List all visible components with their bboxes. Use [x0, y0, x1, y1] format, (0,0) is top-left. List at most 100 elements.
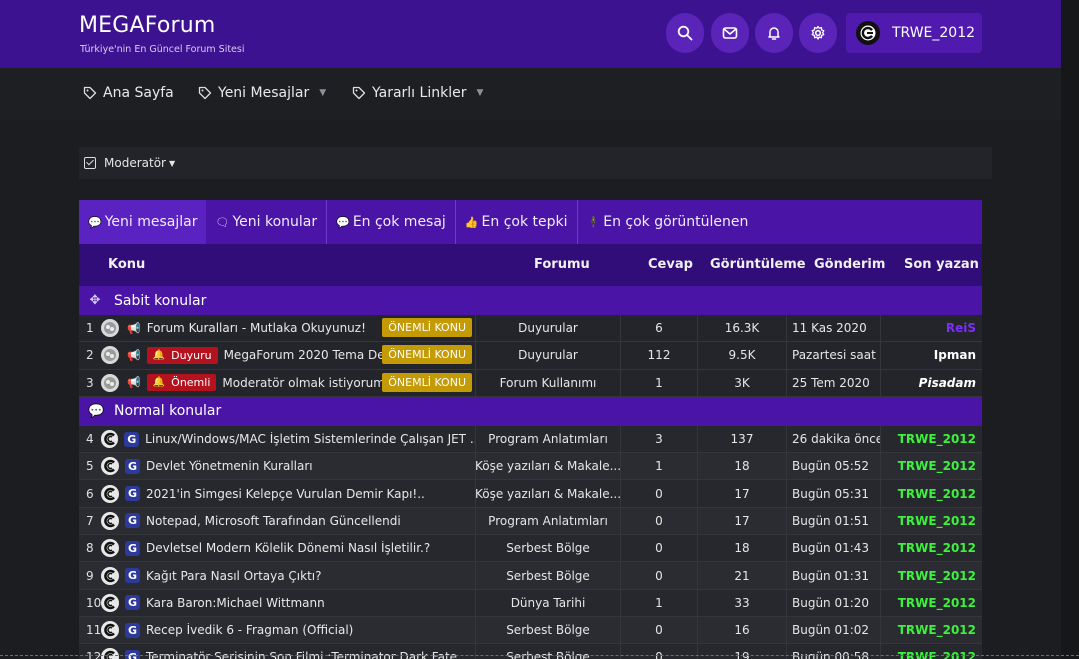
- forum-link[interactable]: Program Anlatımları: [476, 507, 621, 535]
- table-row[interactable]: 5 G Devlet Yönetmenin Kuralları Köşe yazıla…: [79, 453, 982, 481]
- avatar[interactable]: [101, 457, 119, 476]
- nav-item-label: Yeni Mesajlar: [218, 85, 310, 101]
- avatar[interactable]: [100, 430, 119, 449]
- google-icon: G: [124, 431, 140, 447]
- last-poster-link[interactable]: TRWE_2012: [881, 480, 982, 506]
- forum-link[interactable]: Serbest Bölge: [476, 562, 621, 589]
- forum-link[interactable]: Forum Kullanımı: [476, 369, 621, 396]
- chevron-down-icon[interactable]: ▼: [476, 88, 483, 98]
- last-poster-link[interactable]: Pisadam: [881, 370, 982, 396]
- post-date: Pazartesi saat ...: [787, 342, 881, 369]
- topic-link[interactable]: 2021'in Simgesi Kelepçe Vurulan Demir Ka…: [146, 487, 425, 501]
- forum-link[interactable]: Dünya Tarihi: [476, 589, 621, 616]
- inbox-button[interactable]: [711, 13, 749, 53]
- search-button[interactable]: [666, 13, 704, 53]
- last-poster-link[interactable]: TRWE_2012: [881, 617, 982, 643]
- forum-link[interactable]: Serbest Bölge: [476, 644, 621, 659]
- google-icon: G: [125, 458, 140, 474]
- forum-link[interactable]: Program Anlatımları: [476, 425, 621, 453]
- last-poster-link[interactable]: TRWE_2012: [881, 508, 982, 534]
- last-poster-link[interactable]: TRWE_2012: [881, 562, 982, 588]
- topic-link[interactable]: Devletsel Modern Kölelik Dönemi Nasıl İş…: [146, 541, 430, 555]
- last-poster-link[interactable]: ReiS: [881, 315, 982, 341]
- settings-button[interactable]: [799, 13, 837, 53]
- table-row[interactable]: 6 G 2021'in Simgesi Kelepçe Vurulan Demir …: [79, 480, 982, 508]
- alerts-button[interactable]: [755, 13, 793, 53]
- table-row[interactable]: 11 G Recep İvedik 6 - Fragman (Official) Se…: [79, 616, 982, 645]
- forum-link[interactable]: Serbest Bölge: [476, 616, 621, 644]
- table-row[interactable]: 3 📢 🔔 Önemli Moderatör olmak istiyorum ÖNEMLİ…: [79, 369, 982, 397]
- table-row[interactable]: 2 📢 🔔 Duyuru MegaForum 2020 Tema Değişikliği…: [79, 342, 982, 370]
- table-row[interactable]: 7 G Notepad, Microsoft Tarafından Güncelle…: [79, 507, 982, 536]
- table-row[interactable]: 1 📢 Forum Kuralları - Mutlaka Okuyunuz! ÖNE…: [79, 315, 982, 343]
- checkbox-icon[interactable]: [84, 157, 96, 169]
- topic-link[interactable]: Linux/Windows/MAC İşletim Sistemlerinde …: [145, 432, 475, 446]
- forum-link[interactable]: Duyurular: [476, 342, 621, 369]
- prefix-label[interactable]: 🔔 Duyuru: [146, 346, 218, 364]
- post-date: Bugün 05:52: [787, 453, 881, 480]
- tab-bar: 💬 Yeni mesajlar 🗨 Yeni konular 💬 En çok mes…: [79, 200, 982, 244]
- last-poster-link[interactable]: Ipman: [881, 342, 982, 368]
- col-date[interactable]: Gönderim: [814, 257, 885, 272]
- tab-most-reactions[interactable]: 👍 En çok tepki: [456, 200, 577, 244]
- forum-link[interactable]: Köşe yazıları & Makale...: [476, 453, 621, 480]
- nav-item-useful-links[interactable]: Yararlı Linkler ▼: [352, 85, 483, 101]
- avatar[interactable]: [101, 319, 119, 338]
- avatar[interactable]: [101, 648, 119, 659]
- avatar[interactable]: [101, 484, 119, 503]
- table-row[interactable]: 4 G Linux/Windows/MAC İşletim Sistemlerind…: [79, 425, 982, 454]
- col-replies[interactable]: Cevap: [648, 257, 693, 272]
- nav-item-home[interactable]: Ana Sayfa: [83, 85, 174, 101]
- topic-link[interactable]: Devlet Yönetmenin Kuralları: [146, 459, 313, 473]
- forum-link[interactable]: Köşe yazıları & Makale...: [476, 480, 621, 507]
- scrollbar-track[interactable]: [1061, 0, 1079, 659]
- caret-down-icon[interactable]: ▼: [169, 159, 175, 168]
- person-icon: 🕴: [586, 215, 601, 229]
- avatar[interactable]: [101, 373, 119, 392]
- forum-link[interactable]: Duyurular: [476, 315, 621, 342]
- avatar[interactable]: [101, 511, 119, 530]
- avatar[interactable]: [101, 539, 119, 558]
- avatar[interactable]: [101, 346, 119, 365]
- col-topic[interactable]: Konu: [108, 257, 145, 272]
- chevron-down-icon[interactable]: ▼: [319, 88, 326, 98]
- last-poster-link[interactable]: TRWE_2012: [881, 644, 982, 659]
- topic-link[interactable]: Kağıt Para Nasıl Ortaya Çıktı?: [146, 569, 321, 583]
- table-row[interactable]: 8 G Devletsel Modern Kölelik Dönemi Nasıl …: [79, 535, 982, 563]
- last-poster-link[interactable]: TRWE_2012: [881, 535, 982, 561]
- tab-most-viewed[interactable]: 🕴 En çok görüntülenen: [578, 200, 758, 244]
- topic-link[interactable]: Recep İvedik 6 - Fragman (Official): [146, 623, 353, 637]
- nav-item-new-messages[interactable]: Yeni Mesajlar ▼: [198, 85, 326, 101]
- topic-link[interactable]: Moderatör olmak istiyorum: [222, 376, 385, 390]
- table-row[interactable]: 10 G Kara Baron:Michael Wittmann Dünya Tari…: [79, 589, 982, 617]
- avatar[interactable]: [101, 593, 119, 612]
- last-poster-link[interactable]: TRWE_2012: [881, 426, 982, 452]
- last-poster-link[interactable]: TRWE_2012: [881, 453, 982, 479]
- topic-wrap: 12 G Terminatör Serisinin Son Filmi :Termi…: [86, 644, 475, 659]
- topic-cell: 5 G Devlet Yönetmenin Kuralları: [79, 453, 476, 480]
- site-title[interactable]: MEGAForum: [79, 13, 216, 38]
- user-menu-button[interactable]: TRWE_2012: [846, 13, 982, 53]
- topic-wrap: 7 G Notepad, Microsoft Tarafından Güncelle…: [86, 508, 475, 534]
- site-subtitle: Türkiye'nin En Güncel Forum Sitesi: [80, 44, 245, 55]
- topic-link[interactable]: Notepad, Microsoft Tarafından Güncellend…: [146, 514, 401, 528]
- tab-new-messages[interactable]: 💬 Yeni mesajlar: [79, 200, 207, 244]
- avatar[interactable]: [101, 621, 119, 640]
- forum-link[interactable]: Serbest Bölge: [476, 535, 621, 562]
- topic-wrap: 8 G Devletsel Modern Kölelik Dönemi Nasıl …: [86, 535, 475, 561]
- table-row[interactable]: 12 G Terminatör Serisinin Son Filmi :Termi…: [79, 644, 982, 659]
- avatar[interactable]: [101, 566, 119, 585]
- prefix-label[interactable]: 🔔 Önemli: [146, 374, 217, 392]
- google-icon: G: [125, 513, 140, 529]
- table-row[interactable]: 9 G Kağıt Para Nasıl Ortaya Çıktı? Serbest …: [79, 562, 982, 590]
- tab-most-messages[interactable]: 💬 En çok mesaj: [327, 200, 455, 244]
- col-last-poster[interactable]: Son yazan: [904, 257, 979, 272]
- moderator-menu[interactable]: Moderatör: [104, 156, 166, 170]
- topic-link[interactable]: Forum Kuralları - Mutlaka Okuyunuz!: [147, 321, 366, 335]
- reply-count: 0: [621, 644, 698, 659]
- col-views[interactable]: Görüntüleme: [710, 257, 806, 272]
- last-poster-link[interactable]: TRWE_2012: [881, 590, 982, 616]
- col-forum[interactable]: Forumu: [534, 257, 590, 272]
- tab-new-topics[interactable]: 🗨 Yeni konular: [206, 200, 326, 244]
- topic-link[interactable]: Kara Baron:Michael Wittmann: [146, 596, 325, 610]
